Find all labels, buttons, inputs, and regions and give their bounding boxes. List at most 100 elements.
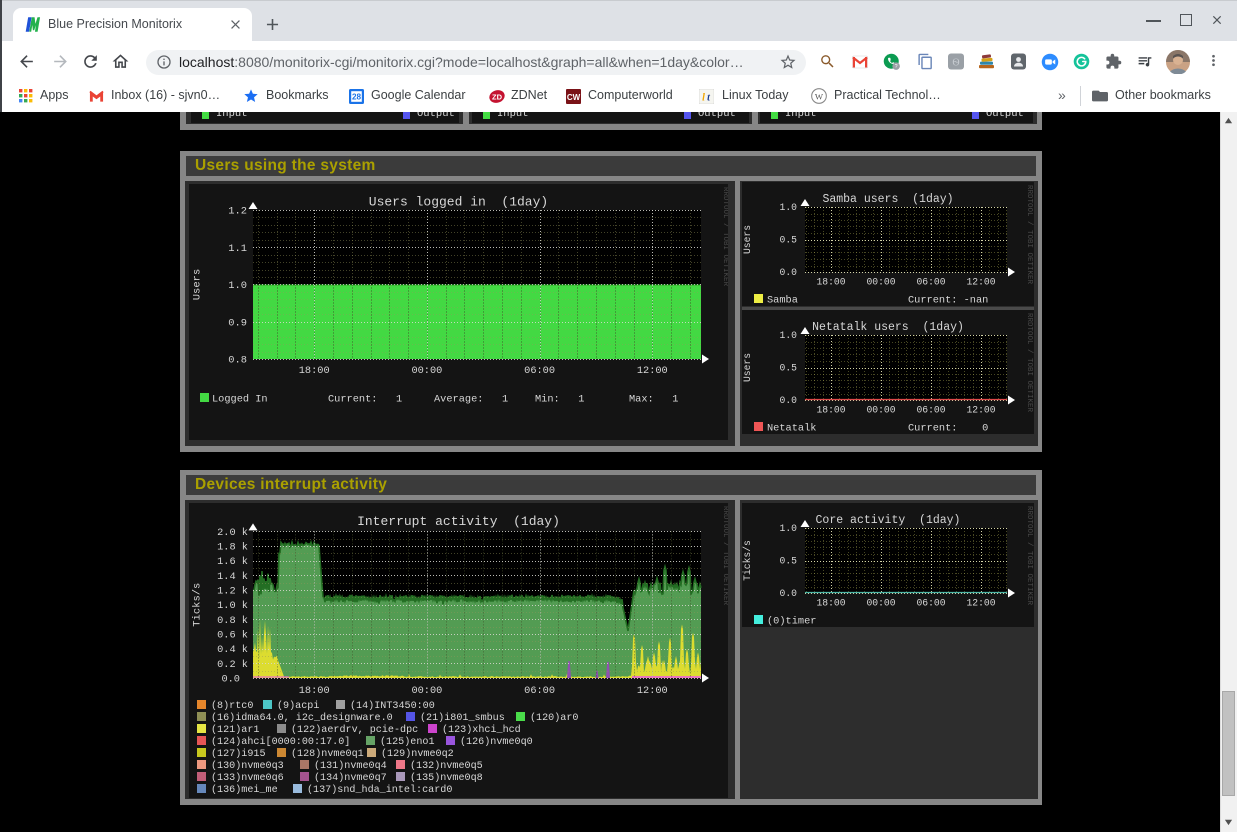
svg-text:00:00: 00:00 <box>866 277 895 288</box>
svg-text:0.0: 0.0 <box>780 588 798 599</box>
svg-text:Current: 0: Current: 0 <box>908 423 988 435</box>
svg-text:1.0: 1.0 <box>780 330 798 341</box>
svg-text:(0)timer: (0)timer <box>767 616 816 628</box>
svg-text:Ѳ: Ѳ <box>952 58 959 69</box>
svg-text:Ticks/s: Ticks/s <box>742 540 753 581</box>
svg-text:06:00: 06:00 <box>916 598 945 609</box>
svg-text:(137)snd_hda_intel:card0: (137)snd_hda_intel:card0 <box>307 784 452 796</box>
svg-text:12:00: 12:00 <box>637 685 668 697</box>
svg-text:(16)idma64.0, i2c_designware.0: (16)idma64.0, i2c_designware.0 <box>211 712 393 724</box>
svg-text:0.5: 0.5 <box>780 556 798 567</box>
svg-text:Core activity (1day): Core activity (1day) <box>816 514 961 527</box>
svg-text:Users: Users <box>742 225 753 254</box>
svg-text:ZD: ZD <box>492 92 503 101</box>
svg-text:1.2: 1.2 <box>228 206 247 218</box>
svg-text:06:00: 06:00 <box>524 685 555 697</box>
svg-text:W: W <box>815 91 824 101</box>
svg-text:(131)nvme0q4: (131)nvme0q4 <box>314 760 387 772</box>
svg-text:RRDTOOL / TOBI OETIKER: RRDTOOL / TOBI OETIKER <box>1025 313 1033 413</box>
svg-text:1.4 k: 1.4 k <box>217 571 248 583</box>
svg-text:1.6 k: 1.6 k <box>217 556 248 568</box>
svg-text:0.0: 0.0 <box>780 395 798 406</box>
svg-text:28: 28 <box>352 93 362 102</box>
svg-text:Current: 1: Current: 1 <box>328 394 402 406</box>
svg-text:(136)mei_me: (136)mei_me <box>211 784 278 796</box>
svg-text:00:00: 00:00 <box>866 405 895 416</box>
svg-text:Users: Users <box>192 269 204 301</box>
svg-text:18:00: 18:00 <box>299 365 330 377</box>
svg-text:0.2 k: 0.2 k <box>217 659 248 671</box>
svg-text:Netatalk users (1day): Netatalk users (1day) <box>812 321 964 334</box>
svg-text:18:00: 18:00 <box>816 277 845 288</box>
svg-text:RRDTOOL / TOBI OETIKER: RRDTOOL / TOBI OETIKER <box>721 506 728 606</box>
svg-text:RRDTOOL / TOBI OETIKER: RRDTOOL / TOBI OETIKER <box>1025 506 1033 606</box>
svg-text:0.0: 0.0 <box>780 267 798 278</box>
svg-text:0.4 k: 0.4 k <box>217 644 248 656</box>
svg-text:(129)nvme0q2: (129)nvme0q2 <box>381 748 454 760</box>
svg-text:0.5: 0.5 <box>780 235 798 246</box>
svg-text:Max: 1: Max: 1 <box>629 394 678 406</box>
svg-text:1.0: 1.0 <box>780 202 798 213</box>
svg-text:(132)nvme0q5: (132)nvme0q5 <box>410 760 483 772</box>
svg-text:0.5: 0.5 <box>780 363 798 374</box>
svg-text:Users: Users <box>742 353 753 382</box>
svg-text:06:00: 06:00 <box>524 365 555 377</box>
svg-text:(21)i801_smbus: (21)i801_smbus <box>420 712 505 724</box>
svg-text:(8)rtc0: (8)rtc0 <box>211 700 253 712</box>
svg-text:1.2 k: 1.2 k <box>217 586 248 598</box>
svg-text:1.0: 1.0 <box>780 523 798 534</box>
svg-text:(121)ar1: (121)ar1 <box>211 724 259 736</box>
svg-text:Interrupt activity (1day): Interrupt activity (1day) <box>357 514 560 529</box>
svg-text:(122)aerdrv, pcie-dpc: (122)aerdrv, pcie-dpc <box>291 724 418 736</box>
svg-text:?: ? <box>895 64 898 70</box>
svg-text:(133)nvme0q6: (133)nvme0q6 <box>211 772 284 784</box>
svg-text:0.0: 0.0 <box>221 674 240 686</box>
svg-text:18:00: 18:00 <box>816 598 845 609</box>
svg-text:0.8 k: 0.8 k <box>217 615 248 627</box>
svg-text:(123)xhci_hcd: (123)xhci_hcd <box>442 724 521 736</box>
svg-text:12:00: 12:00 <box>966 405 995 416</box>
svg-text:06:00: 06:00 <box>916 277 945 288</box>
svg-text:(130)nvme0q3: (130)nvme0q3 <box>211 760 284 772</box>
svg-text:Samba users (1day): Samba users (1day) <box>822 193 953 206</box>
svg-text:(124)ahci[0000:00:17.0]: (124)ahci[0000:00:17.0] <box>211 736 350 748</box>
svg-text:00:00: 00:00 <box>411 365 442 377</box>
svg-text:00:00: 00:00 <box>411 685 442 697</box>
svg-text:1.0 k: 1.0 k <box>217 600 248 612</box>
svg-text:12:00: 12:00 <box>966 277 995 288</box>
svg-text:CW: CW <box>567 93 581 102</box>
svg-text:Min: 1: Min: 1 <box>535 394 584 406</box>
svg-text:00:00: 00:00 <box>866 598 895 609</box>
svg-text:(120)ar0: (120)ar0 <box>530 712 578 724</box>
svg-text:Current: -nan: Current: -nan <box>908 295 988 307</box>
svg-text:(134)nvme0q7: (134)nvme0q7 <box>314 772 387 784</box>
svg-text:(126)nvme0q0: (126)nvme0q0 <box>460 736 533 748</box>
svg-text:(125)eno1: (125)eno1 <box>380 736 435 748</box>
svg-text:Samba: Samba <box>767 295 798 307</box>
svg-text:RRDTOOL / TOBI OETIKER: RRDTOOL / TOBI OETIKER <box>721 187 728 287</box>
svg-text:0.8: 0.8 <box>228 355 247 367</box>
svg-text:12:00: 12:00 <box>966 598 995 609</box>
svg-text:1.1: 1.1 <box>228 243 247 255</box>
svg-text:(128)nvme0q1: (128)nvme0q1 <box>291 748 364 760</box>
svg-text:0.6 k: 0.6 k <box>217 630 248 642</box>
svg-text:Ticks/s: Ticks/s <box>192 583 204 627</box>
svg-text:Netatalk: Netatalk <box>767 423 816 435</box>
svg-text:Average: 1: Average: 1 <box>434 394 508 406</box>
svg-text:Logged In: Logged In <box>212 394 268 406</box>
svg-text:1.0: 1.0 <box>228 280 247 292</box>
svg-text:12:00: 12:00 <box>637 365 668 377</box>
svg-text:0.9: 0.9 <box>228 317 247 329</box>
svg-text:(14)INT3450:00: (14)INT3450:00 <box>350 700 435 712</box>
svg-text:1.8 k: 1.8 k <box>217 542 248 554</box>
svg-text:RRDTOOL / TOBI OETIKER: RRDTOOL / TOBI OETIKER <box>1025 185 1033 285</box>
svg-text:18:00: 18:00 <box>299 685 330 697</box>
svg-text:(9)acpi: (9)acpi <box>277 700 319 712</box>
svg-text:18:00: 18:00 <box>816 405 845 416</box>
svg-text:Users logged in (1day): Users logged in (1day) <box>369 195 548 210</box>
svg-text:2.0 k: 2.0 k <box>217 527 248 539</box>
svg-text:06:00: 06:00 <box>916 405 945 416</box>
svg-text:(135)nvme0q8: (135)nvme0q8 <box>410 772 483 784</box>
svg-text:(127)i915: (127)i915 <box>211 748 266 760</box>
svg-text:l: l <box>702 93 705 104</box>
